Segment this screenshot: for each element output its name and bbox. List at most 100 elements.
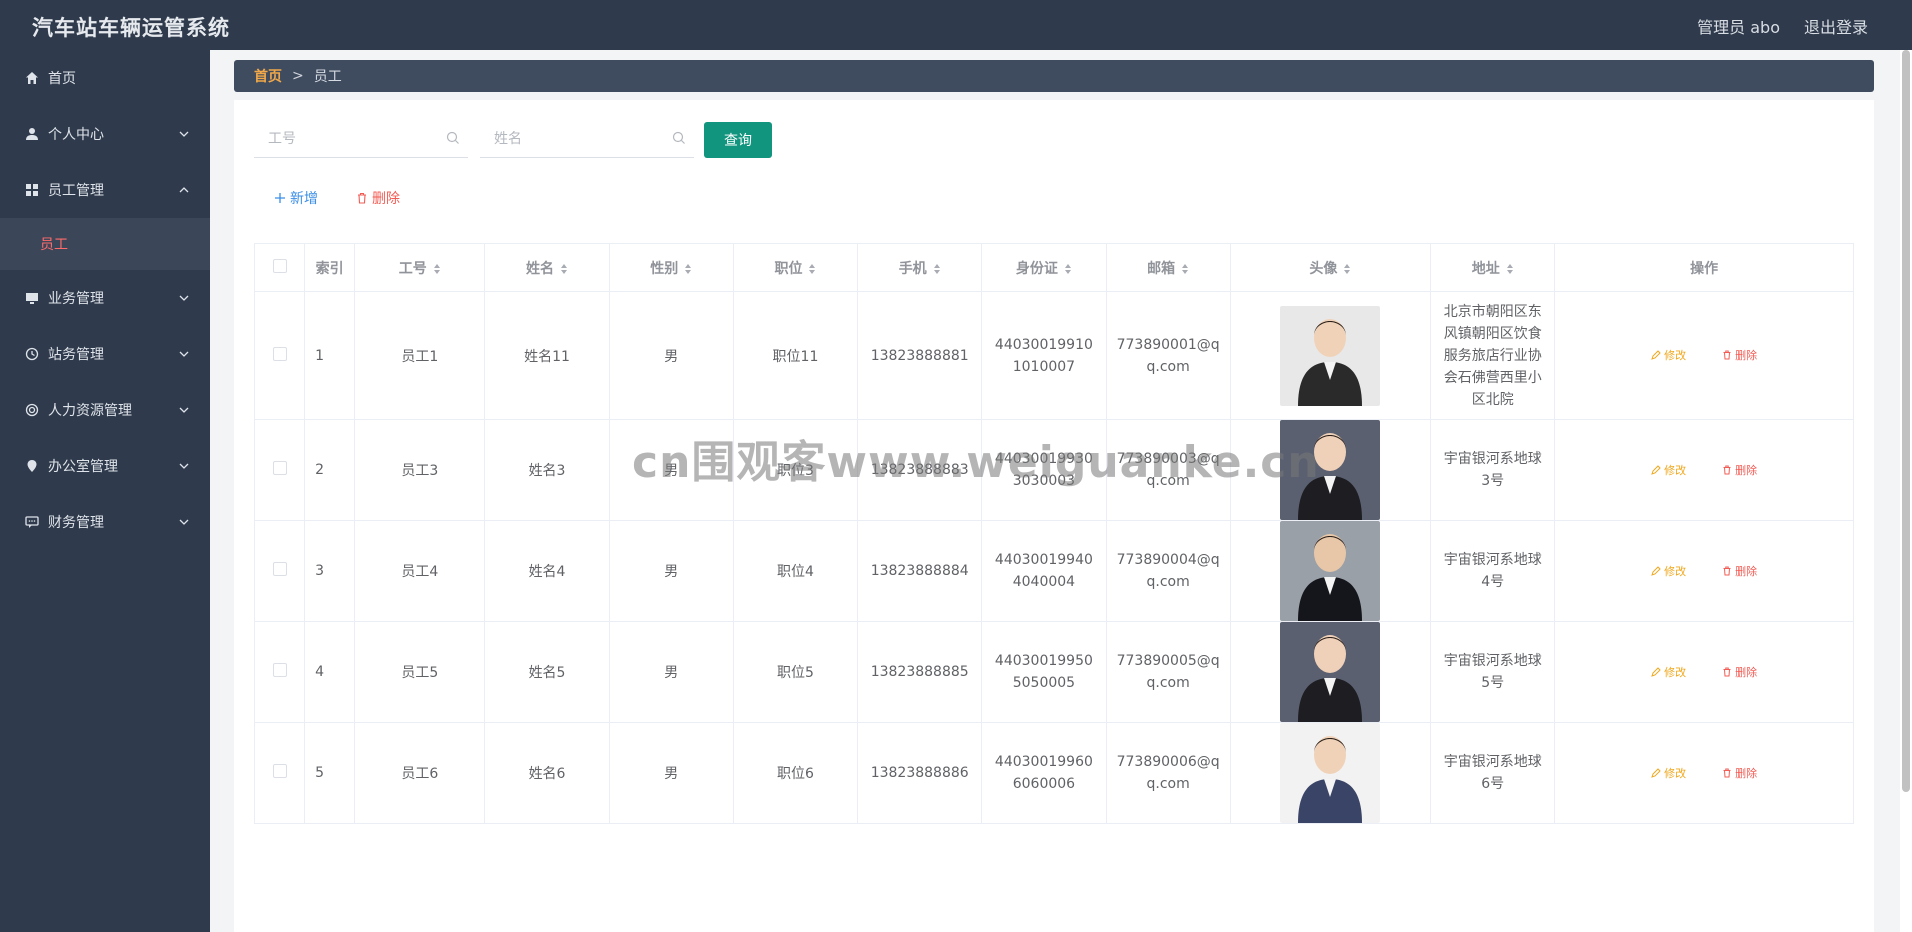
delete-button[interactable]: 删除 <box>1722 347 1757 363</box>
chevron-down-icon <box>179 131 189 137</box>
column-label: 职位 <box>774 260 803 277</box>
cell-address: 北京市朝阳区东风镇朝阳区饮食服务旅店行业协会石佛营西里小区北院 <box>1430 291 1556 420</box>
select-all-checkbox[interactable] <box>272 258 287 273</box>
column-header-gender[interactable]: 性别 <box>608 243 734 292</box>
column-label: 索引 <box>315 260 344 277</box>
edit-label: 修改 <box>1664 766 1687 780</box>
avatar[interactable] <box>1280 305 1381 406</box>
row-checkbox[interactable] <box>272 461 287 475</box>
sidebar-item-label: 员工管理 <box>48 183 104 199</box>
idcard-text: 440300199505050005 <box>994 653 1093 691</box>
sidebar-item-label: 人力资源管理 <box>48 403 132 419</box>
search-id-input[interactable] <box>268 130 438 147</box>
avatar[interactable] <box>1280 420 1381 520</box>
breadcrumb: 首页 > 员工 <box>234 60 1874 92</box>
sort-icon[interactable] <box>1343 263 1351 275</box>
cell-email: 773890005@qq.com <box>1105 621 1231 723</box>
query-button[interactable]: 查询 <box>704 122 772 158</box>
column-header-idcard[interactable]: 身份证 <box>981 243 1107 292</box>
edit-button[interactable]: 修改 <box>1651 462 1686 478</box>
email-text: 773890006@qq.com <box>1116 754 1220 792</box>
row-checkbox[interactable] <box>272 562 287 576</box>
avatar[interactable] <box>1280 723 1381 823</box>
edit-button[interactable]: 修改 <box>1651 563 1686 579</box>
edit-icon <box>1651 666 1661 677</box>
email-text: 773890005@qq.com <box>1116 653 1220 691</box>
column-header-address[interactable]: 地址 <box>1430 243 1556 292</box>
batch-delete-button[interactable]: 删除 <box>356 188 400 208</box>
column-header-avatar[interactable]: 头像 <box>1229 243 1432 292</box>
sort-icon[interactable] <box>1506 263 1514 275</box>
sidebar-item-finance[interactable]: 财务管理 <box>0 494 210 550</box>
delete-button[interactable]: 删除 <box>1722 765 1757 781</box>
sidebar-item-staff[interactable]: 员工管理 <box>0 162 210 218</box>
sort-icon[interactable] <box>433 263 441 275</box>
location-icon <box>24 458 40 474</box>
sidebar-item-station[interactable]: 站务管理 <box>0 326 210 382</box>
app-title: 汽车站车辆运管系统 <box>32 16 230 40</box>
sidebar-item-home[interactable]: 首页 <box>0 50 210 106</box>
cell-gender: 男 <box>608 291 734 420</box>
user-label[interactable]: 管理员 abo <box>1697 14 1780 38</box>
address-text: 北京市朝阳区东风镇朝阳区饮食服务旅店行业协会石佛营西里小区北院 <box>1443 303 1542 408</box>
sort-icon[interactable] <box>684 263 692 275</box>
main-content: 首页 > 员工 查询 新增 删除 <box>210 50 1900 932</box>
sort-icon[interactable] <box>933 263 941 275</box>
cell-actions: 修改 删除 <box>1554 520 1854 622</box>
sort-icon[interactable] <box>808 263 816 275</box>
column-header-phone[interactable]: 手机 <box>857 243 983 292</box>
logout-button[interactable]: 退出登录 <box>1804 14 1868 38</box>
cell-email: 773890006@qq.com <box>1105 722 1231 824</box>
chevron-down-icon <box>179 351 189 357</box>
avatar[interactable] <box>1280 521 1381 621</box>
delete-button[interactable]: 删除 <box>1722 563 1757 579</box>
edit-button[interactable]: 修改 <box>1651 765 1686 781</box>
chat-icon <box>24 514 40 530</box>
sort-icon[interactable] <box>560 263 568 275</box>
search-name-input[interactable] <box>494 130 664 147</box>
edit-button[interactable]: 修改 <box>1651 347 1686 363</box>
cell-position: 职位11 <box>732 291 859 420</box>
column-header-id[interactable]: 工号 <box>354 243 486 292</box>
sidebar-item-office[interactable]: 办公室管理 <box>0 438 210 494</box>
column-header-name[interactable]: 姓名 <box>484 243 610 292</box>
column-header-actions: 操作 <box>1554 243 1854 292</box>
home-icon <box>24 70 40 86</box>
delete-label: 删除 <box>1735 564 1758 578</box>
edit-button[interactable]: 修改 <box>1651 664 1686 680</box>
idcard-text: 440300199606060006 <box>994 754 1093 792</box>
delete-label: 删除 <box>1735 665 1758 679</box>
sidebar-item-hr[interactable]: 人力资源管理 <box>0 382 210 438</box>
cell-index: 2 <box>304 419 356 521</box>
sidebar-item-personal[interactable]: 个人中心 <box>0 106 210 162</box>
sort-icon[interactable] <box>1064 263 1072 275</box>
scrollbar[interactable] <box>1902 50 1910 792</box>
row-checkbox[interactable] <box>272 663 287 677</box>
cell-position: 职位6 <box>732 722 859 824</box>
cell-gender: 男 <box>608 722 734 824</box>
breadcrumb-home[interactable]: 首页 <box>254 66 282 86</box>
delete-button[interactable]: 删除 <box>1722 664 1757 680</box>
column-header-email[interactable]: 邮箱 <box>1105 243 1231 292</box>
row-checkbox[interactable] <box>272 764 287 778</box>
idcard-text: 440300199404040004 <box>994 552 1093 590</box>
sidebar: 首页 个人中心 员工管理 员工 业务管理 站务管理 人力资源管理 办公室管理 财… <box>0 50 210 932</box>
row-checkbox[interactable] <box>272 346 287 361</box>
user-icon <box>24 126 40 142</box>
breadcrumb-separator: > <box>292 68 304 84</box>
cell-email: 773890004@qq.com <box>1105 520 1231 622</box>
sidebar-item-business[interactable]: 业务管理 <box>0 270 210 326</box>
add-button[interactable]: 新增 <box>274 188 318 208</box>
sidebar-subitem-staff[interactable]: 员工 <box>0 218 210 270</box>
row-select-cell <box>253 419 306 521</box>
cell-position: 职位5 <box>732 621 859 723</box>
column-header-position[interactable]: 职位 <box>732 243 859 292</box>
cell-idcard: 440300199606060006 <box>981 722 1107 824</box>
delete-label: 删除 <box>1735 766 1758 780</box>
edit-icon <box>1651 350 1661 360</box>
cell-name: 姓名3 <box>484 419 610 521</box>
avatar[interactable] <box>1280 622 1381 722</box>
sort-icon[interactable] <box>1181 263 1189 275</box>
email-text: 773890004@qq.com <box>1116 552 1220 590</box>
delete-button[interactable]: 删除 <box>1722 462 1757 478</box>
